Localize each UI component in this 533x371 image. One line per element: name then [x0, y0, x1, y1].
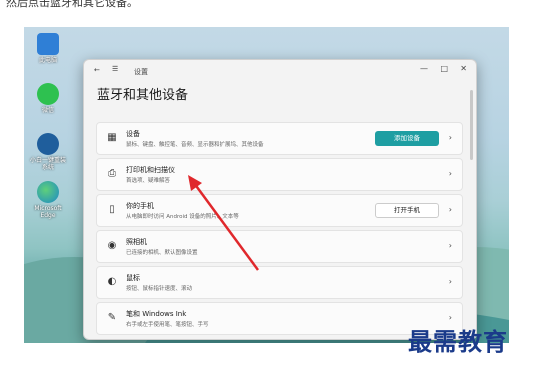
- arrow-head: [188, 175, 202, 191]
- annotation-arrow: [188, 175, 260, 271]
- watermark-logo: 最需教育: [408, 327, 508, 356]
- arrow-shaft: [192, 182, 260, 271]
